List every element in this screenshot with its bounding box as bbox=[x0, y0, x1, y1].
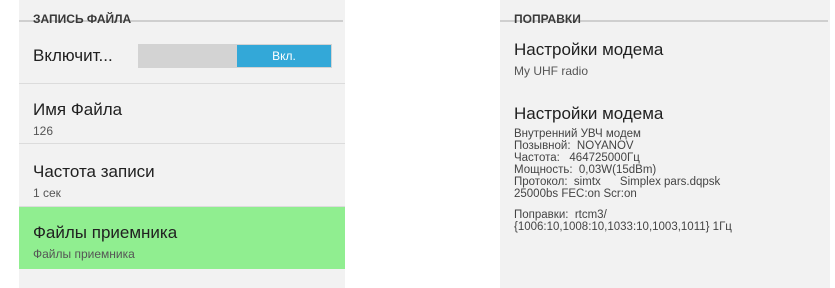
receiver-files-title: Файлы приемника bbox=[33, 223, 178, 242]
filename-row[interactable]: Имя Файла 126 bbox=[19, 84, 345, 144]
modem-detail-line: Мощность: 0,03W(15dBm) bbox=[514, 164, 657, 176]
modem-settings-row-1[interactable]: Настройки модема My UHF radio bbox=[500, 22, 830, 98]
record-rate-title: Частота записи bbox=[33, 162, 155, 181]
modem-detail-line: 25000bs FEC:on Scr:on bbox=[514, 188, 637, 200]
filename-title: Имя Файла bbox=[33, 100, 123, 119]
modem-settings-row-2[interactable]: Настройки модема Внутренний УВЧ модем По… bbox=[500, 98, 830, 233]
section-header-file-recording: ЗАПИСЬ ФАЙЛА bbox=[19, 0, 343, 26]
corrections-line: Поправки: rtcm3/ bbox=[514, 209, 607, 221]
modem-detail-line: Протокол: simtx Simplex pars.dqpsk bbox=[514, 176, 721, 188]
section-header-corrections: ПОПРАВКИ bbox=[500, 0, 828, 26]
file-recording-panel: ЗАПИСЬ ФАЙЛА Включит... Вкл. Имя Файла 1… bbox=[19, 0, 345, 288]
modem-detail-line: Позывной: NOYANOV bbox=[514, 140, 634, 152]
modem-detail-line: Внутренний УВЧ модем bbox=[514, 128, 641, 140]
toggle-on-label: Вкл. bbox=[237, 45, 331, 67]
enable-recording-row[interactable]: Включит... Вкл. bbox=[19, 22, 345, 84]
modem-settings-title-1: Настройки модема bbox=[514, 40, 664, 59]
modem-settings-title-2: Настройки модема bbox=[514, 104, 664, 123]
corrections-line: {1006:10,1008:10,1033:10,1003,1011} 1Гц bbox=[514, 221, 732, 233]
corrections-panel: ПОПРАВКИ Настройки модема My UHF radio Н… bbox=[500, 0, 830, 288]
filename-value: 126 bbox=[33, 124, 54, 138]
modem-detail-line: Частота: 464725000Гц bbox=[514, 152, 640, 164]
enable-toggle[interactable]: Вкл. bbox=[138, 44, 332, 68]
record-rate-value: 1 сек bbox=[33, 186, 61, 200]
receiver-files-value: Файлы приемника bbox=[33, 247, 135, 261]
modem-settings-value-1: My UHF radio bbox=[514, 64, 589, 78]
record-rate-row[interactable]: Частота записи 1 сек bbox=[19, 144, 345, 207]
enable-label: Включит... bbox=[33, 46, 113, 65]
receiver-files-row[interactable]: Файлы приемника Файлы приемника bbox=[19, 207, 345, 269]
